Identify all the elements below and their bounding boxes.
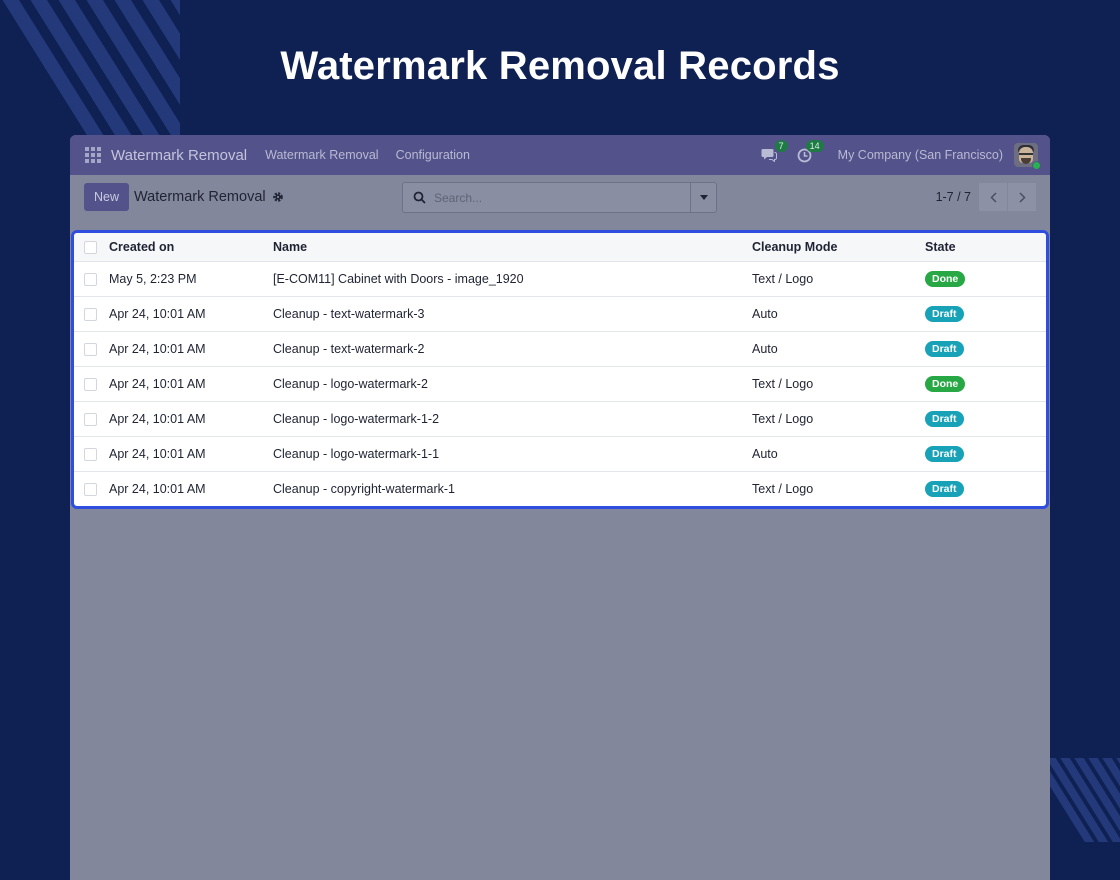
online-status-dot	[1032, 161, 1041, 170]
column-header-created-on[interactable]: Created on	[109, 233, 273, 261]
cell-created-on: Apr 24, 10:01 AM	[109, 411, 206, 426]
search-icon	[413, 191, 426, 204]
table-row[interactable]: Apr 24, 10:01 AM Cleanup - logo-watermark…	[74, 436, 1046, 471]
cell-name: Cleanup - logo-watermark-1-1	[273, 446, 440, 461]
row-checkbox[interactable]	[84, 482, 97, 496]
pager: 1-7 / 7	[936, 183, 1036, 211]
cell-cleanup-mode: Auto	[752, 306, 778, 321]
search-bar	[402, 182, 717, 213]
caret-down-icon	[699, 195, 708, 200]
app-brand[interactable]: Watermark Removal	[111, 147, 247, 164]
pager-previous-button[interactable]	[979, 183, 1007, 211]
cell-cleanup-mode: Auto	[752, 341, 778, 356]
table-row[interactable]: May 5, 2:23 PM [E-COM11] Cabinet with Doo…	[74, 261, 1046, 296]
new-button[interactable]: New	[84, 183, 130, 211]
select-all-checkbox[interactable]	[84, 240, 97, 254]
table-row[interactable]: Apr 24, 10:01 AM Cleanup - logo-watermark…	[74, 401, 1046, 436]
search-input[interactable]	[434, 190, 690, 205]
column-header-cleanup-mode[interactable]: Cleanup Mode	[752, 233, 925, 261]
chevron-right-icon	[1018, 191, 1026, 203]
cell-created-on: Apr 24, 10:01 AM	[109, 446, 206, 461]
cell-created-on: Apr 24, 10:01 AM	[109, 306, 206, 321]
pager-next-button[interactable]	[1008, 183, 1036, 211]
row-checkbox[interactable]	[84, 272, 97, 286]
cell-cleanup-mode: Text / Logo	[752, 481, 814, 496]
records-list: Created on Name Cleanup Mode State May 5…	[71, 230, 1049, 509]
status-badge: Draft	[925, 340, 964, 357]
search-options-toggle[interactable]	[690, 183, 716, 212]
control-panel: New Watermark Removal 1-7 / 7	[70, 175, 1050, 219]
activities-button[interactable]: 14	[794, 140, 824, 166]
table-row[interactable]: Apr 24, 10:01 AM Cleanup - text-watermark…	[74, 296, 1046, 331]
cell-created-on: Apr 24, 10:01 AM	[109, 341, 206, 356]
status-badge: Draft	[925, 410, 964, 427]
table-row[interactable]: Apr 24, 10:01 AM Cleanup - text-watermark…	[74, 331, 1046, 366]
company-switcher[interactable]: My Company (San Francisco)	[838, 148, 1003, 162]
records-table: Created on Name Cleanup Mode State May 5…	[74, 233, 1046, 506]
table-row[interactable]: Apr 24, 10:01 AM Cleanup - copyright-wate…	[74, 471, 1046, 506]
row-checkbox[interactable]	[84, 342, 97, 356]
table-header-row: Created on Name Cleanup Mode State	[74, 233, 1046, 261]
top-navbar: Watermark Removal Watermark Removal Conf…	[70, 135, 1050, 175]
nav-link-watermark-removal[interactable]: Watermark Removal	[265, 148, 378, 162]
status-badge: Draft	[925, 305, 964, 322]
activities-count-badge: 14	[805, 140, 824, 152]
cell-name: Cleanup - copyright-watermark-1	[273, 481, 456, 496]
cell-cleanup-mode: Text / Logo	[752, 376, 814, 391]
cell-name: Cleanup - text-watermark-2	[273, 341, 425, 356]
status-badge: Done	[925, 375, 966, 392]
row-checkbox[interactable]	[84, 412, 97, 426]
cell-created-on: Apr 24, 10:01 AM	[109, 481, 206, 496]
cell-cleanup-mode: Text / Logo	[752, 411, 814, 426]
cell-created-on: May 5, 2:23 PM	[109, 271, 197, 286]
page-headline: Watermark Removal Records	[280, 44, 840, 88]
column-header-state[interactable]: State	[925, 233, 1046, 261]
cell-created-on: Apr 24, 10:01 AM	[109, 376, 206, 391]
cell-name: Cleanup - logo-watermark-2	[273, 376, 428, 391]
avatar[interactable]	[1014, 143, 1041, 170]
column-header-name[interactable]: Name	[273, 233, 752, 261]
messages-count-badge: 7	[774, 140, 788, 152]
table-row[interactable]: Apr 24, 10:01 AM Cleanup - logo-watermark…	[74, 366, 1046, 401]
nav-link-configuration[interactable]: Configuration	[396, 148, 470, 162]
row-checkbox[interactable]	[84, 377, 97, 391]
cell-name: Cleanup - text-watermark-3	[273, 306, 425, 321]
cell-cleanup-mode: Auto	[752, 446, 778, 461]
decorative-stripes-bottom-right	[1048, 758, 1120, 842]
messages-button[interactable]: 7	[758, 140, 788, 166]
app-window: Watermark Removal Watermark Removal Conf…	[70, 135, 1050, 880]
chevron-left-icon	[989, 191, 997, 203]
pager-value[interactable]: 1-7 / 7	[936, 190, 971, 204]
breadcrumb: Watermark Removal	[134, 189, 266, 205]
gear-icon[interactable]	[272, 191, 284, 203]
apps-grid-icon[interactable]	[85, 147, 101, 163]
chat-icon	[761, 149, 777, 162]
cell-name: Cleanup - logo-watermark-1-2	[273, 411, 440, 426]
status-badge: Draft	[925, 480, 964, 497]
cell-name: [E-COM11] Cabinet with Doors - image_192…	[273, 271, 524, 286]
row-checkbox[interactable]	[84, 447, 97, 461]
cell-cleanup-mode: Text / Logo	[752, 271, 814, 286]
row-checkbox[interactable]	[84, 307, 97, 321]
status-badge: Draft	[925, 445, 964, 462]
status-badge: Done	[925, 270, 966, 287]
